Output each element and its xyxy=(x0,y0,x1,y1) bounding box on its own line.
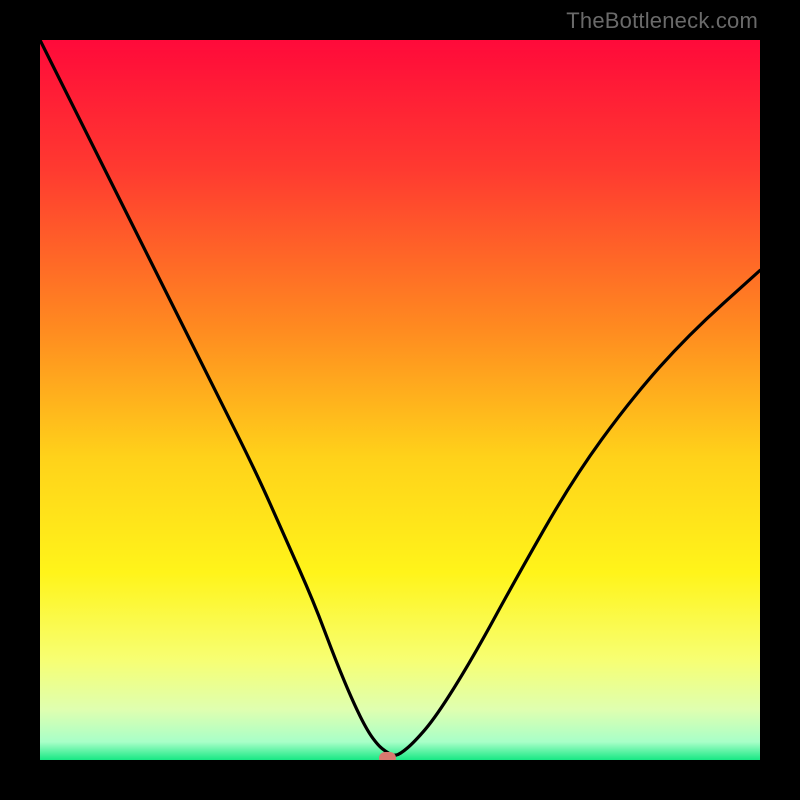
plot-area xyxy=(40,40,760,760)
optimum-marker xyxy=(379,752,396,760)
bottleneck-curve xyxy=(40,40,760,760)
watermark-text: TheBottleneck.com xyxy=(566,8,758,34)
chart-frame: TheBottleneck.com xyxy=(0,0,800,800)
